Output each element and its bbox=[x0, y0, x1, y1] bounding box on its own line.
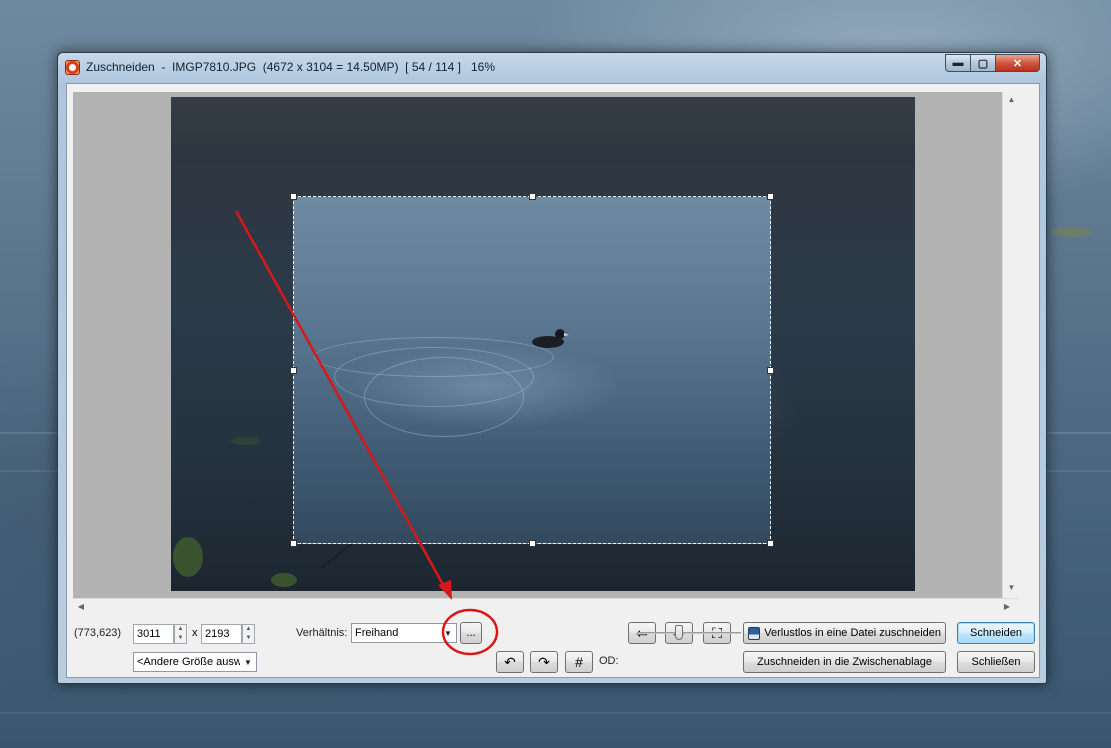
crop-handle-top-right[interactable] bbox=[767, 193, 774, 200]
crop-height-field[interactable]: 2193 bbox=[201, 624, 242, 644]
crop-handle-bottom-right[interactable] bbox=[767, 540, 774, 547]
floppy-disk-icon bbox=[748, 626, 761, 640]
crop-selection[interactable] bbox=[290, 193, 774, 547]
height-spinner[interactable]: ▲ ▼ bbox=[242, 624, 255, 644]
size-separator: x bbox=[192, 627, 198, 639]
crop-handle-top-left[interactable] bbox=[290, 193, 297, 200]
scroll-up-icon[interactable]: ▲ bbox=[1003, 92, 1019, 108]
size-preset-select[interactable]: <Andere Größe ausw ▼ bbox=[133, 652, 257, 672]
scroll-down-icon[interactable]: ▼ bbox=[1003, 580, 1019, 596]
crop-handle-top[interactable] bbox=[529, 193, 536, 200]
cursor-coordinates: (773,623) bbox=[74, 627, 122, 639]
scroll-left-icon[interactable]: ◀ bbox=[73, 599, 89, 615]
crop-handle-bottom-left[interactable] bbox=[290, 540, 297, 547]
crop-dialog-window: Zuschneiden - IMGP7810.JPG (4672 x 3104 … bbox=[57, 52, 1047, 684]
horizontal-scrollbar[interactable]: ◀ ▶ bbox=[73, 598, 1019, 614]
size-preset-value: <Andere Größe ausw bbox=[137, 656, 242, 668]
width-spinner[interactable]: ▲ ▼ bbox=[174, 624, 187, 644]
rotate-left-button[interactable]: ↶ bbox=[496, 651, 524, 673]
grid-icon: # bbox=[575, 654, 583, 670]
photo bbox=[171, 97, 915, 591]
od-slider-track[interactable] bbox=[637, 632, 741, 634]
leaf bbox=[271, 573, 297, 587]
coot-bird bbox=[532, 329, 569, 348]
crop-width-field[interactable]: 3011 bbox=[133, 624, 174, 644]
chevron-down-icon: ▼ bbox=[240, 653, 256, 671]
close-button[interactable]: Schließen bbox=[957, 651, 1035, 673]
lossless-crop-label: Verlustlos in eine Datei zuschneiden bbox=[764, 627, 941, 639]
image-preview[interactable]: ▲ ▼ bbox=[73, 92, 1019, 598]
water-ripple bbox=[364, 357, 524, 437]
chevron-down-icon: ▼ bbox=[440, 624, 456, 642]
window-title: Zuschneiden - IMGP7810.JPG (4672 x 3104 … bbox=[86, 60, 496, 74]
rotate-right-button[interactable]: ↷ bbox=[530, 651, 558, 673]
crop-handle-left[interactable] bbox=[290, 367, 297, 374]
leaf bbox=[231, 437, 261, 445]
minimize-button[interactable]: ▬ bbox=[945, 54, 971, 72]
maximize-button[interactable]: ▢ bbox=[971, 54, 996, 72]
ratio-label: Verhältnis: bbox=[296, 627, 348, 639]
app-icon bbox=[65, 59, 80, 75]
ratio-value: Freihand bbox=[355, 627, 399, 639]
leaf bbox=[173, 537, 203, 577]
rotate-right-icon: ↷ bbox=[538, 653, 550, 670]
scroll-right-icon[interactable]: ▶ bbox=[999, 599, 1015, 615]
lossless-crop-button[interactable]: Verlustlos in eine Datei zuschneiden bbox=[743, 622, 946, 644]
vertical-scrollbar[interactable]: ▲ ▼ bbox=[1002, 92, 1019, 598]
desktop-ripple bbox=[0, 712, 1111, 714]
crop-handle-right[interactable] bbox=[767, 367, 774, 374]
title-bar[interactable]: Zuschneiden - IMGP7810.JPG (4672 x 3104 … bbox=[58, 53, 1046, 81]
window-controls: ▬ ▢ ✕ bbox=[945, 54, 1040, 72]
od-slider-thumb[interactable] bbox=[674, 625, 683, 640]
rotate-left-icon: ↶ bbox=[504, 653, 516, 670]
crop-button[interactable]: Schneiden bbox=[957, 622, 1035, 644]
close-window-button[interactable]: ✕ bbox=[996, 54, 1040, 72]
desktop-leaf bbox=[1050, 227, 1092, 237]
ratio-select[interactable]: Freihand ▼ bbox=[351, 623, 457, 643]
dialog-client-area: ▲ ▼ ◀ ▶ (773,623) 3011 ▲ ▼ x 2193 ▲ ▼ <And… bbox=[66, 83, 1040, 678]
ratio-options-button[interactable]: ... bbox=[460, 622, 482, 644]
clipboard-crop-button[interactable]: Zuschneiden in die Zwischenablage bbox=[743, 651, 946, 673]
crop-handle-bottom[interactable] bbox=[529, 540, 536, 547]
grid-toggle-button[interactable]: # bbox=[565, 651, 593, 673]
od-label: OD: bbox=[599, 655, 619, 667]
